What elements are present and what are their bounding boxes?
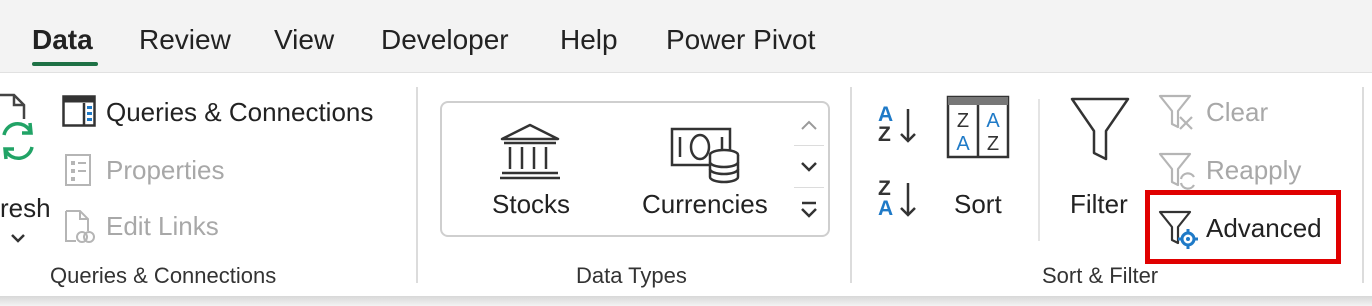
reapply-filter-button[interactable]: Reapply: [1156, 149, 1316, 191]
sort-dialog-icon: Z A A Z: [946, 95, 1010, 159]
refresh-label: resh: [0, 193, 51, 223]
data-types-group-label: Data Types: [576, 263, 687, 288]
reapply-label: Reapply: [1206, 155, 1302, 185]
sort-za-bottom-letter: A: [878, 197, 894, 220]
gallery-scroll-down-button[interactable]: [794, 147, 824, 187]
edit-links-button[interactable]: Edit Links: [60, 207, 260, 247]
group-separator: [850, 87, 852, 283]
currencies-icon: [670, 127, 740, 184]
tab-data[interactable]: Data: [32, 24, 93, 56]
advanced-highlight-box: [1145, 190, 1341, 264]
filter-funnel-icon: [1070, 97, 1130, 161]
reapply-filter-icon: [1158, 152, 1195, 190]
svg-text:A: A: [956, 133, 970, 155]
ribbon-bottom-shadow: [0, 296, 1372, 306]
stocks-button[interactable]: Stocks: [470, 113, 590, 223]
svg-text:A: A: [986, 110, 1000, 132]
svg-text:Z: Z: [987, 133, 999, 155]
gallery-scroll-up-button[interactable]: [794, 105, 824, 145]
chevron-down-icon: [801, 162, 817, 172]
inner-separator: [1038, 99, 1040, 241]
clear-label: Clear: [1206, 97, 1269, 127]
arrow-down-icon: [900, 183, 916, 217]
sort-z-to-a-button[interactable]: Z A: [874, 177, 924, 227]
active-tab-indicator: [32, 62, 98, 66]
gallery-more-icon: [801, 201, 817, 218]
properties-label: Properties: [106, 155, 225, 185]
stocks-label: Stocks: [492, 189, 571, 219]
currencies-label: Currencies: [642, 189, 768, 219]
tab-developer[interactable]: Developer: [381, 24, 509, 56]
svg-text:Z: Z: [957, 110, 969, 132]
refresh-icon: [0, 93, 34, 160]
edit-links-label: Edit Links: [106, 211, 219, 241]
sort-button[interactable]: Z A A Z Sort: [940, 93, 1016, 223]
queries-connections-label: Queries & Connections: [106, 97, 374, 127]
tab-power-pivot[interactable]: Power Pivot: [666, 24, 815, 56]
currencies-button[interactable]: Currencies: [636, 113, 776, 223]
group-separator: [416, 87, 418, 283]
group-separator: [1362, 87, 1364, 283]
arrow-down-icon: [900, 109, 916, 143]
properties-icon: [65, 154, 91, 186]
sort-az-bottom-letter: Z: [878, 123, 891, 146]
ribbon-tab-bar: Data Review View Developer Help Power Pi…: [0, 0, 1372, 72]
tab-view[interactable]: View: [274, 24, 334, 56]
edit-links-icon: [65, 210, 95, 243]
chevron-up-icon: [801, 120, 817, 130]
sort-a-to-z-button[interactable]: A Z: [874, 103, 924, 153]
filter-button[interactable]: Filter: [1062, 93, 1142, 223]
stocks-icon: [500, 123, 560, 180]
tab-review[interactable]: Review: [139, 24, 231, 56]
clear-filter-button[interactable]: Clear: [1156, 91, 1316, 133]
refresh-all-button[interactable]: resh: [0, 91, 51, 243]
scroll-divider: [794, 187, 824, 188]
sort-label: Sort: [954, 189, 1002, 219]
queries-connections-icon: [62, 95, 96, 127]
tab-help[interactable]: Help: [560, 24, 618, 56]
gallery-expand-button[interactable]: [794, 189, 824, 229]
clear-filter-icon: [1158, 94, 1193, 130]
chevron-down-icon: [11, 234, 25, 243]
properties-button[interactable]: Properties: [60, 151, 260, 191]
scroll-divider: [794, 145, 824, 146]
sort-filter-group-label: Sort & Filter: [1042, 263, 1159, 288]
filter-label: Filter: [1070, 189, 1128, 219]
queries-connections-button[interactable]: Queries & Connections: [60, 93, 390, 133]
queries-connections-group-label: Queries & Connections: [50, 263, 277, 288]
